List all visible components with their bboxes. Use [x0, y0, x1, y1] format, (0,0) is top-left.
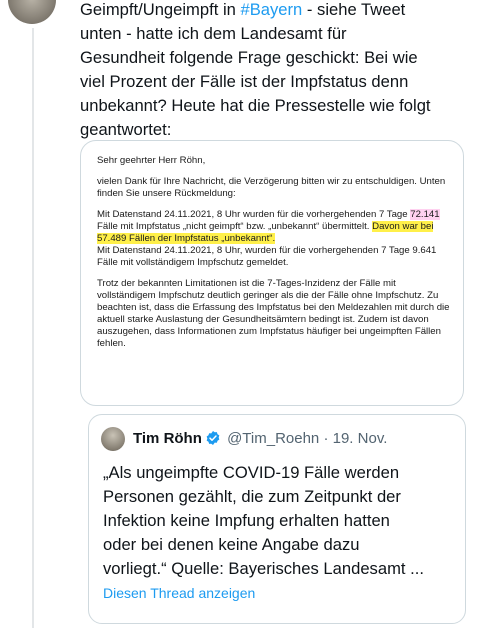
doc-highlight-count: 72.141	[410, 209, 440, 220]
thread-line	[32, 28, 34, 628]
doc-p1-b: Fälle mit Impfstatus „nicht geimpft“ bzw…	[97, 221, 373, 232]
tweet-text: Geimpft/Ungeimpft in #Bayern - siehe Twe…	[80, 0, 472, 142]
doc-greeting: Sehr geehrter Herr Röhn,	[97, 155, 206, 166]
doc-paragraph-limitations: Trotz der bekannten Limitationen ist die…	[97, 278, 450, 349]
hashtag-link[interactable]: #Bayern	[240, 0, 302, 19]
tweet-text-start: Geimpft/Ungeimpft in	[80, 0, 241, 19]
doc-intro: vielen Dank für Ihre Nachricht, die Verz…	[97, 176, 446, 199]
quoted-tweet-header: Tim Röhn @Tim_Roehn · 19. Nov.	[133, 429, 387, 449]
quoted-tweet[interactable]: Tim Röhn @Tim_Roehn · 19. Nov. „Als unge…	[88, 414, 466, 624]
header-separator: ·	[323, 430, 329, 447]
press-reply-document: Sehr geehrter Herr Röhn, vielen Dank für…	[97, 155, 453, 359]
tweet-text-end: - siehe Tweet unten - hatte ich dem Land…	[80, 0, 431, 139]
quoted-tweet-date[interactable]: 19. Nov.	[333, 430, 388, 447]
doc-paragraph-data: Mit Datenstand 24.11.2021, 8 Uhr wurden …	[97, 209, 453, 245]
quoted-author-handle[interactable]: @Tim_Roehn	[227, 430, 319, 447]
author-avatar[interactable]	[8, 0, 56, 24]
quoted-author-avatar[interactable]	[101, 427, 125, 451]
attached-image-card[interactable]: Sehr geehrter Herr Röhn, vielen Dank für…	[80, 140, 464, 406]
quoted-author-name[interactable]: Tim Röhn	[133, 430, 202, 447]
doc-p1-c: Mit Datenstand 24.11.2021, 8 Uhr, wurden…	[97, 245, 437, 268]
quoted-tweet-text: „Als ungeimpfte COVID-19 Fälle werden Pe…	[103, 463, 424, 578]
doc-p1-a: Mit Datenstand 24.11.2021, 8 Uhr wurden …	[97, 209, 411, 220]
verified-badge-icon	[206, 431, 220, 445]
show-thread-link[interactable]: Diesen Thread anzeigen	[103, 583, 255, 603]
